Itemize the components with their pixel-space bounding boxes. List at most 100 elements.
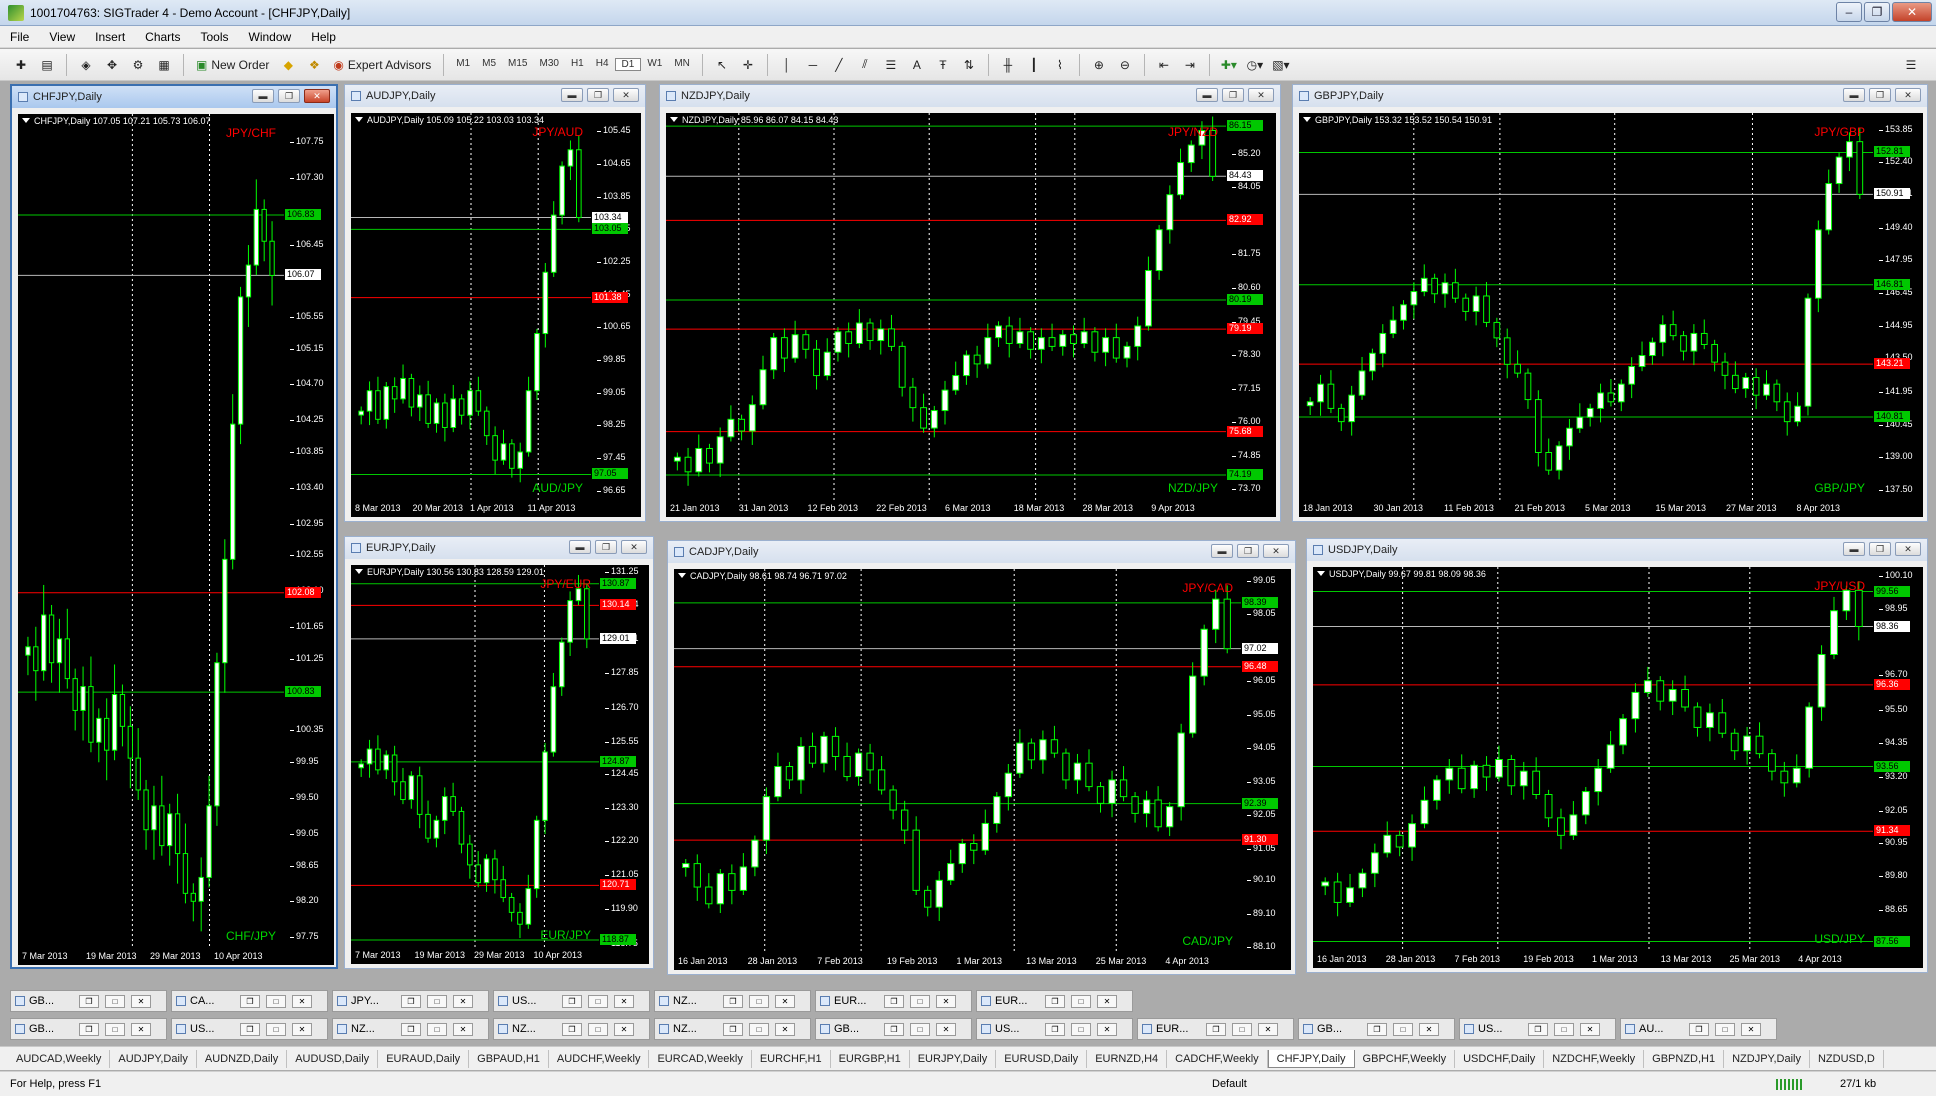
zoom-in-icon[interactable]: ⊕	[1088, 53, 1110, 77]
chart-tab[interactable]: NZDJPY,Daily	[1724, 1049, 1810, 1068]
auto-scroll-icon[interactable]: ⇤	[1153, 53, 1175, 77]
chart-window-usdjpy[interactable]: USDJPY,Daily ▬ ❐ ✕ USDJPY,Daily 99.67 99.81 …	[1306, 538, 1928, 973]
price-chart[interactable]: GBPJPY,Daily 153.32 153.52 150.54 150.91…	[1299, 113, 1873, 501]
close-chart-button[interactable]: ✕	[936, 1022, 956, 1036]
restore-chart-button[interactable]: ❐	[595, 540, 617, 554]
minimize-chart-button[interactable]: ▬	[1211, 544, 1233, 558]
maximize-chart-button[interactable]: □	[910, 1022, 930, 1036]
restore-chart-button[interactable]: ❐	[401, 1022, 421, 1036]
close-chart-button[interactable]: ✕	[1895, 542, 1921, 556]
chart-tab[interactable]: AUDNZD,Daily	[197, 1049, 288, 1068]
timeframe-h1[interactable]: H1	[565, 58, 590, 71]
minimized-chart[interactable]: US... ❐ □ ✕	[1459, 1018, 1616, 1040]
line-chart-icon[interactable]: ⌇	[1049, 53, 1071, 77]
chart-shift-icon[interactable]: ⇥	[1179, 53, 1201, 77]
maximize-chart-button[interactable]: □	[588, 1022, 608, 1036]
collapse-arrow-icon[interactable]	[670, 117, 678, 122]
chart-tab[interactable]: GBPNZD,H1	[1644, 1049, 1725, 1068]
maximize-chart-button[interactable]: □	[266, 994, 286, 1008]
zoom-out-icon[interactable]: ⊖	[1114, 53, 1136, 77]
price-chart[interactable]: NZDJPY,Daily 85.96 86.07 84.15 84.43 JPY/…	[666, 113, 1226, 501]
cursor-icon[interactable]: ↖	[711, 53, 733, 77]
close-chart-button[interactable]: ✕	[613, 88, 639, 102]
periods-icon[interactable]: ◷▾	[1244, 53, 1266, 77]
menu-charts[interactable]: Charts	[135, 30, 190, 44]
chart-window-header[interactable]: USDJPY,Daily ▬ ❐ ✕	[1307, 539, 1927, 561]
restore-chart-button[interactable]: ❐	[1528, 1022, 1548, 1036]
chart-tab[interactable]: EURCAD,Weekly	[649, 1049, 752, 1068]
close-chart-button[interactable]: ✕	[614, 994, 634, 1008]
close-chart-button[interactable]: ✕	[131, 994, 151, 1008]
maximize-chart-button[interactable]: □	[1554, 1022, 1574, 1036]
close-chart-button[interactable]: ✕	[775, 1022, 795, 1036]
minimized-chart[interactable]: US... ❐ □ ✕	[171, 1018, 328, 1040]
maximize-chart-button[interactable]: □	[427, 1022, 447, 1036]
chart-window-header[interactable]: AUDJPY,Daily ▬ ❐ ✕	[345, 85, 645, 107]
timeframe-h4[interactable]: H4	[590, 58, 615, 71]
horizontal-line-icon[interactable]: ─	[802, 53, 824, 77]
minimize-chart-button[interactable]: ▬	[561, 88, 583, 102]
maximize-window-button[interactable]: ❐	[1864, 2, 1890, 22]
close-chart-button[interactable]: ✕	[614, 1022, 634, 1036]
crosshair-icon[interactable]: ✛	[737, 53, 759, 77]
chart-tab[interactable]: CADCHF,Weekly	[1167, 1049, 1268, 1068]
maximize-chart-button[interactable]: □	[588, 994, 608, 1008]
restore-chart-button[interactable]: ❐	[79, 1022, 99, 1036]
price-chart[interactable]: AUDJPY,Daily 105.09 105.22 103.03 103.34…	[351, 113, 591, 501]
menu-insert[interactable]: Insert	[85, 30, 135, 44]
maximize-chart-button[interactable]: □	[427, 994, 447, 1008]
autotrading-icon[interactable]: ❖	[303, 53, 325, 77]
collapse-arrow-icon[interactable]	[22, 118, 30, 123]
chart-tab[interactable]: GBPAUD,H1	[469, 1049, 549, 1068]
minimized-chart[interactable]: CA... ❐ □ ✕	[171, 990, 328, 1012]
close-chart-button[interactable]: ✕	[453, 994, 473, 1008]
maximize-chart-button[interactable]: □	[105, 1022, 125, 1036]
restore-chart-button[interactable]: ❐	[562, 994, 582, 1008]
minimized-chart[interactable]: NZ... ❐ □ ✕	[654, 990, 811, 1012]
restore-chart-button[interactable]: ❐	[240, 1022, 260, 1036]
chart-tab[interactable]: EURGBP,H1	[831, 1049, 910, 1068]
restore-chart-button[interactable]: ❐	[1206, 1022, 1226, 1036]
chart-tab[interactable]: NZDCHF,Weekly	[1544, 1049, 1645, 1068]
restore-chart-button[interactable]: ❐	[1237, 544, 1259, 558]
chart-tab[interactable]: AUDCAD,Weekly	[8, 1049, 111, 1068]
trendline-icon[interactable]: ╱	[828, 53, 850, 77]
collapse-arrow-icon[interactable]	[1303, 117, 1311, 122]
minimized-chart[interactable]: EUR... ❐ □ ✕	[1137, 1018, 1294, 1040]
restore-chart-button[interactable]: ❐	[1045, 994, 1065, 1008]
chart-window-gbpjpy[interactable]: GBPJPY,Daily ▬ ❐ ✕ GBPJPY,Daily 153.32 153.5…	[1292, 84, 1928, 522]
market-watch-icon[interactable]: ◈	[75, 53, 97, 77]
minimized-chart[interactable]: NZ... ❐ □ ✕	[654, 1018, 811, 1040]
close-chart-button[interactable]: ✕	[1263, 544, 1289, 558]
chart-window-audjpy[interactable]: AUDJPY,Daily ▬ ❐ ✕ AUDJPY,Daily 105.09 105.2…	[344, 84, 646, 522]
chart-tab[interactable]: GBPCHF,Weekly	[1355, 1049, 1456, 1068]
close-chart-button[interactable]: ✕	[304, 89, 330, 103]
minimized-chart[interactable]: JPY... ❐ □ ✕	[332, 990, 489, 1012]
maximize-chart-button[interactable]: □	[910, 994, 930, 1008]
minimized-chart[interactable]: GB... ❐ □ ✕	[1298, 1018, 1455, 1040]
collapse-arrow-icon[interactable]	[1317, 571, 1325, 576]
close-chart-button[interactable]: ✕	[292, 1022, 312, 1036]
chart-tab[interactable]: AUDUSD,Daily	[287, 1049, 379, 1068]
chart-window-cadjpy[interactable]: CADJPY,Daily ▬ ❐ ✕ CADJPY,Daily 98.61 98.74 …	[667, 540, 1296, 975]
minimized-chart[interactable]: EUR... ❐ □ ✕	[976, 990, 1133, 1012]
close-chart-button[interactable]: ✕	[1258, 1022, 1278, 1036]
close-chart-button[interactable]: ✕	[775, 994, 795, 1008]
metaeditor-icon[interactable]: ◆	[277, 53, 299, 77]
terminal-icon[interactable]: ⚙	[127, 53, 149, 77]
menu-help[interactable]: Help	[301, 30, 346, 44]
price-chart[interactable]: EURJPY,Daily 130.56 130.83 128.59 129.01…	[351, 565, 599, 948]
maximize-chart-button[interactable]: □	[1393, 1022, 1413, 1036]
close-chart-button[interactable]: ✕	[1097, 1022, 1117, 1036]
text-icon[interactable]: A	[906, 53, 928, 77]
restore-chart-button[interactable]: ❐	[723, 994, 743, 1008]
chart-tab[interactable]: AUDJPY,Daily	[110, 1049, 197, 1068]
minimize-chart-button[interactable]: ▬	[1196, 88, 1218, 102]
minimized-chart[interactable]: US... ❐ □ ✕	[976, 1018, 1133, 1040]
restore-chart-button[interactable]: ❐	[240, 994, 260, 1008]
minimize-chart-button[interactable]: ▬	[252, 89, 274, 103]
timeframe-m15[interactable]: M15	[502, 58, 533, 71]
maximize-chart-button[interactable]: □	[1232, 1022, 1252, 1036]
collapse-arrow-icon[interactable]	[678, 573, 686, 578]
text-label-icon[interactable]: Ŧ	[932, 53, 954, 77]
